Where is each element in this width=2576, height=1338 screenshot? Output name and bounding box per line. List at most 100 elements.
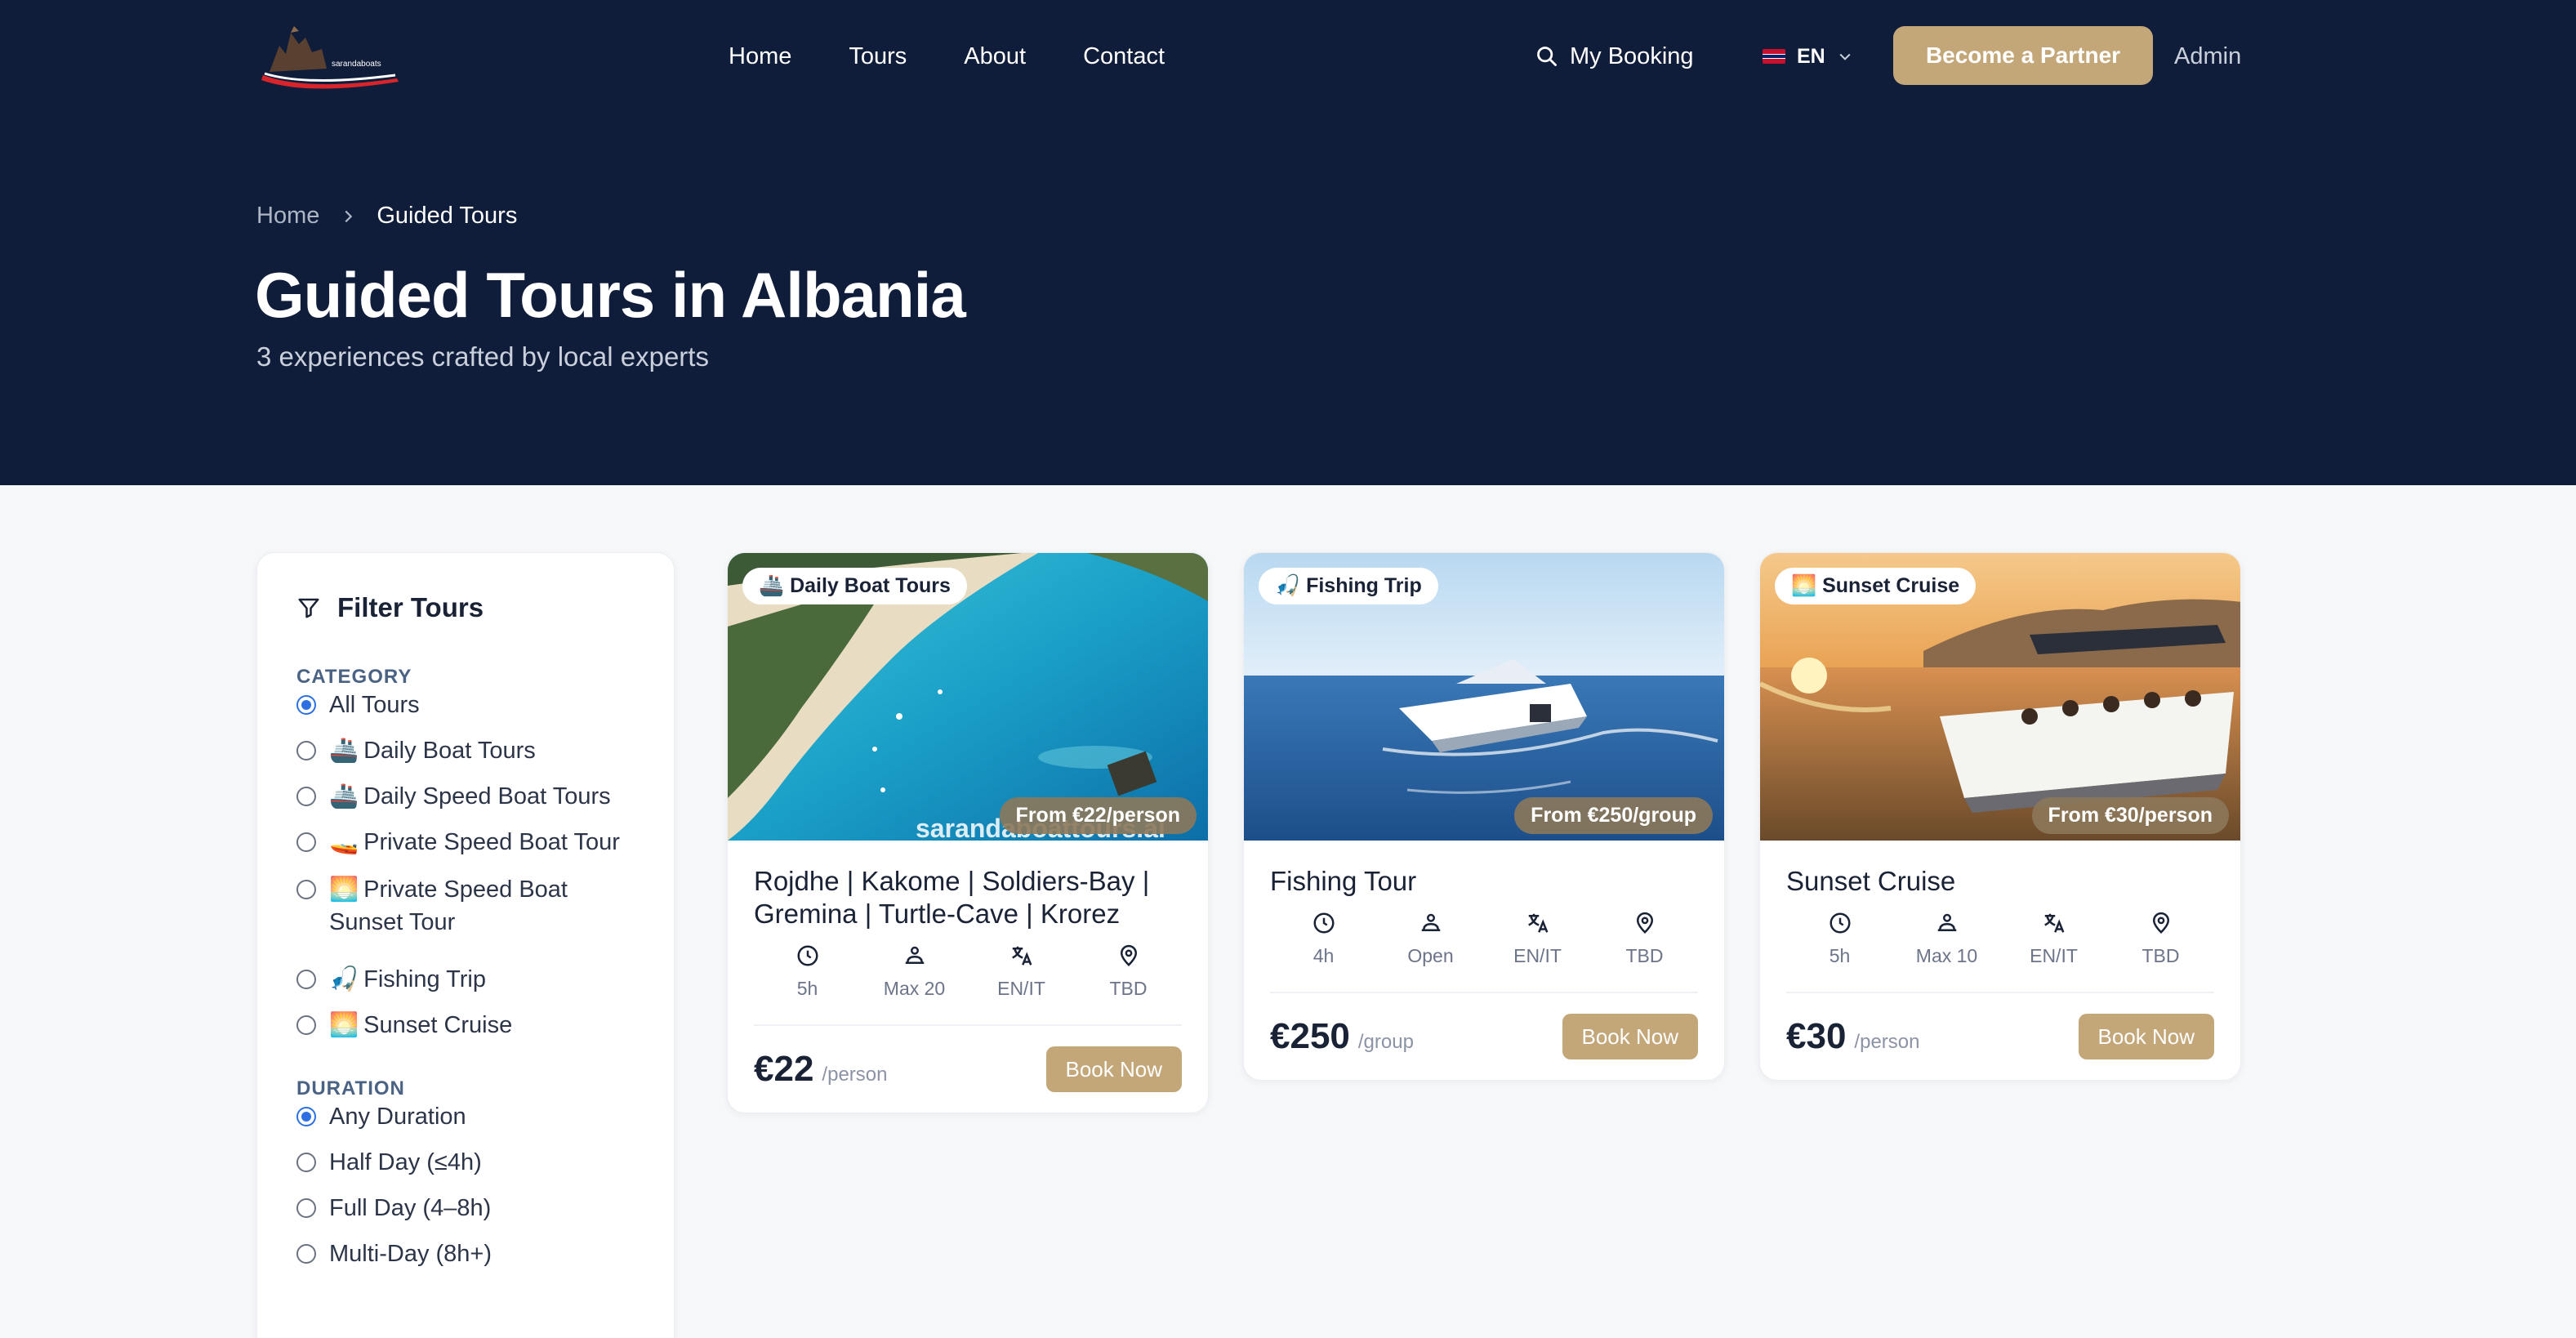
price-unit: /group xyxy=(1357,1031,1414,1053)
duration-option-half-day[interactable]: Half Day (≤4h) xyxy=(296,1146,482,1179)
spec-duration: 4h xyxy=(1275,911,1373,967)
book-now-button[interactable]: Book Now xyxy=(1045,1046,1182,1092)
radio-button[interactable] xyxy=(296,1153,316,1172)
language-label: EN xyxy=(1797,45,1825,68)
capacity-value: Open xyxy=(1407,945,1454,966)
tour-specs: 4h Open EN/IT TBD xyxy=(1244,898,1724,967)
price: €30 /person xyxy=(1786,1016,1919,1057)
option-label: Any Duration xyxy=(329,1104,466,1130)
duration-value: 5h xyxy=(796,978,818,999)
location-pin-icon xyxy=(1120,944,1137,967)
category-option-all[interactable]: All Tours xyxy=(296,689,420,721)
become-partner-button[interactable]: Become a Partner xyxy=(1893,26,2153,85)
ship-icon: 🚢 xyxy=(329,783,359,809)
hero-banner: sarandaboats Home Tours About Contact My… xyxy=(0,0,2576,485)
page-title: Guided Tours in Albania xyxy=(255,259,966,331)
group-icon xyxy=(1937,913,1956,931)
nav-tours[interactable]: Tours xyxy=(849,36,907,77)
site-logo[interactable]: sarandaboats xyxy=(258,21,402,93)
my-booking-link[interactable]: My Booking xyxy=(1535,36,1694,77)
radio-button[interactable] xyxy=(296,1015,316,1035)
price-badge: From €22/person xyxy=(999,797,1197,834)
duration-option-any[interactable]: Any Duration xyxy=(296,1100,466,1133)
radio-button[interactable] xyxy=(296,880,316,899)
radio-button[interactable] xyxy=(296,832,316,852)
category-option-fishing[interactable]: 🎣 Fishing Trip xyxy=(296,963,486,996)
duration-value: 4h xyxy=(1313,945,1335,966)
option-label: Private Speed Boat Tour xyxy=(363,829,620,855)
spec-capacity: Max 10 xyxy=(1898,911,1996,967)
option-label: Private Speed Boat Sunset Tour xyxy=(329,876,568,935)
languages-value: EN/IT xyxy=(997,978,1045,999)
price: €22 /person xyxy=(754,1049,887,1090)
tour-image[interactable]: 🌅 Sunset Cruise From €30/person xyxy=(1760,553,2240,841)
book-now-button[interactable]: Book Now xyxy=(2078,1014,2214,1059)
duration-label: DURATION xyxy=(296,1077,405,1099)
spec-location: TBD xyxy=(2112,911,2210,967)
tour-card[interactable]: 🌅 Sunset Cruise From €30/person Sunset C… xyxy=(1759,552,2241,1081)
tour-card[interactable]: sarandaboattours.al 🚢 Daily Boat Tours F… xyxy=(727,552,1209,1113)
price-value: €30 xyxy=(1786,1016,1847,1056)
category-option-sunset-cruise[interactable]: 🌅 Sunset Cruise xyxy=(296,1009,512,1041)
location-value: TBD xyxy=(1625,945,1664,966)
radio-button[interactable] xyxy=(296,787,316,806)
duration-option-full-day[interactable]: Full Day (4–8h) xyxy=(296,1192,491,1224)
filter-icon xyxy=(298,598,319,618)
tour-card[interactable]: 🎣 Fishing Trip From €250/group Fishing T… xyxy=(1243,552,1725,1081)
top-navigation: sarandaboats Home Tours About Contact My… xyxy=(0,0,2576,114)
price-badge: From €30/person xyxy=(2031,797,2229,834)
spec-location: TBD xyxy=(1080,943,1178,1000)
category-option-daily-boat[interactable]: 🚢 Daily Boat Tours xyxy=(296,734,536,767)
price-badge: From €250/group xyxy=(1514,797,1713,834)
clock-icon xyxy=(797,945,818,966)
tour-title[interactable]: Sunset Cruise xyxy=(1760,841,2240,898)
nav-home[interactable]: Home xyxy=(729,36,791,77)
language-selector[interactable]: EN xyxy=(1763,36,1853,77)
clock-icon xyxy=(1829,912,1850,934)
capacity-value: Max 10 xyxy=(1915,945,1978,966)
option-label: Sunset Cruise xyxy=(363,1012,513,1038)
fishing-icon: 🎣 xyxy=(329,966,359,992)
breadcrumb-home[interactable]: Home xyxy=(256,203,319,230)
radio-button[interactable] xyxy=(296,1107,316,1126)
nav-about[interactable]: About xyxy=(964,36,1026,77)
category-label: CATEGORY xyxy=(296,666,412,688)
tour-image[interactable]: 🎣 Fishing Trip From €250/group xyxy=(1244,553,1724,841)
card-footer: €22 /person Book Now xyxy=(754,1024,1182,1113)
card-footer: €30 /person Book Now xyxy=(1786,992,2214,1080)
group-icon xyxy=(1421,913,1440,931)
spec-duration: 5h xyxy=(759,943,857,1000)
price-value: €250 xyxy=(1270,1016,1350,1056)
tour-image[interactable]: sarandaboattours.al 🚢 Daily Boat Tours F… xyxy=(728,553,1208,841)
tour-title[interactable]: Rojdhe | Kakome | Soldiers-Bay | Gremina… xyxy=(728,841,1208,930)
breadcrumb-current: Guided Tours xyxy=(377,203,518,229)
radio-button[interactable] xyxy=(296,1244,316,1264)
translate-icon xyxy=(1527,913,1548,933)
location-pin-icon xyxy=(1636,912,1653,934)
tour-title[interactable]: Fishing Tour xyxy=(1244,841,1724,898)
uk-flag-icon xyxy=(1763,49,1785,64)
spec-capacity: Open xyxy=(1382,911,1480,967)
sunset-icon: 🌅 xyxy=(329,876,359,903)
book-now-button[interactable]: Book Now xyxy=(1562,1014,1698,1059)
spec-capacity: Max 20 xyxy=(866,943,964,1000)
radio-button[interactable] xyxy=(296,695,316,715)
category-option-private-sunset[interactable]: 🌅 Private Speed Boat Sunset Tour xyxy=(296,876,607,955)
radio-button[interactable] xyxy=(296,970,316,989)
languages-value: EN/IT xyxy=(2030,945,2078,966)
logo-icon: sarandaboats xyxy=(261,26,399,89)
duration-option-multi-day[interactable]: Multi-Day (8h+) xyxy=(296,1238,492,1270)
radio-button[interactable] xyxy=(296,1198,316,1218)
radio-button[interactable] xyxy=(296,741,316,760)
chevron-down-icon xyxy=(1839,53,1851,60)
translate-icon xyxy=(2043,913,2064,933)
svg-text:sarandaboats: sarandaboats xyxy=(332,60,381,69)
clock-icon xyxy=(1313,912,1334,934)
admin-link[interactable]: Admin xyxy=(2174,36,2241,77)
category-option-private-speed-boat[interactable]: 🚤 Private Speed Boat Tour xyxy=(296,826,620,859)
category-option-daily-speed-boat[interactable]: 🚢 Daily Speed Boat Tours xyxy=(296,780,611,813)
page-subtitle: 3 experiences crafted by local experts xyxy=(256,341,709,372)
nav-contact[interactable]: Contact xyxy=(1083,36,1165,77)
duration-value: 5h xyxy=(1829,945,1851,966)
translate-icon xyxy=(1011,946,1032,966)
